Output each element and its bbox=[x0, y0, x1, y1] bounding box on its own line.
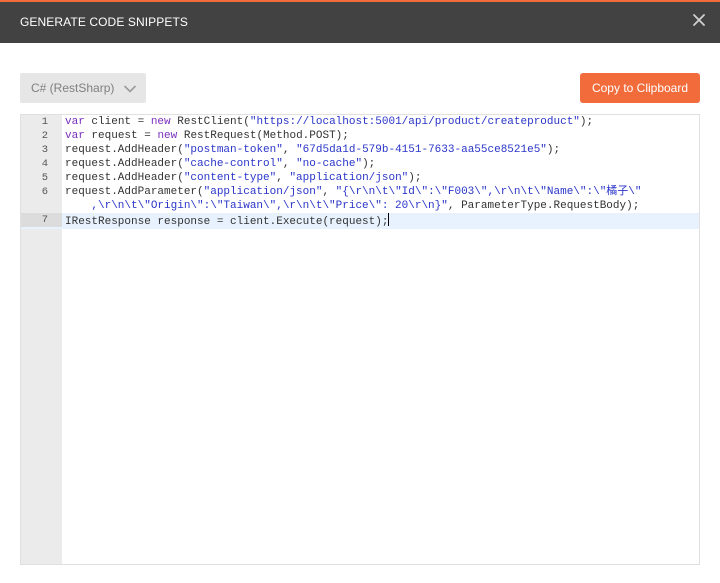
line-number: 7 bbox=[21, 213, 62, 227]
code-token: "application/json" bbox=[289, 172, 409, 184]
code-line: 1 var client = new RestClient("https://l… bbox=[21, 115, 699, 129]
code-token: var bbox=[65, 130, 85, 142]
code-token: , bbox=[282, 158, 297, 170]
copy-to-clipboard-button[interactable]: Copy to Clipboard bbox=[580, 73, 700, 103]
dialog-header: GENERATE CODE SNIPPETS bbox=[0, 2, 720, 43]
code-line: 3 request.AddHeader("postman-token", "67… bbox=[21, 143, 699, 157]
code-token: new bbox=[157, 130, 178, 142]
code-token: RestRequest(Method.POST); bbox=[177, 130, 349, 142]
code-token: "content-type" bbox=[183, 172, 277, 184]
line-number: 2 bbox=[41, 130, 48, 142]
code-token: "{\r\n\t\"Id\":\"F003\",\r\n\t\"Name\":\… bbox=[335, 186, 642, 198]
language-select-value: C# (RestSharp) bbox=[31, 81, 115, 95]
code-token: "https://localhost:5001/api/product/crea… bbox=[249, 116, 580, 128]
line-number: 6 bbox=[41, 186, 48, 198]
code-line: 2 var request = new RestRequest(Method.P… bbox=[21, 129, 699, 143]
code-token: client = bbox=[84, 116, 151, 128]
line-number: 3 bbox=[41, 144, 48, 156]
code-line: 4 request.AddHeader("cache-control", "no… bbox=[21, 157, 699, 171]
code-token: , bbox=[322, 186, 336, 198]
code-token: RestClient( bbox=[170, 116, 250, 128]
code-line: 5 request.AddHeader("content-type", "app… bbox=[21, 171, 699, 185]
close-icon[interactable] bbox=[692, 13, 706, 27]
code-line-active: 7 IRestResponse response = client.Execut… bbox=[21, 213, 699, 229]
code-token: , ParameterType.RequestBody); bbox=[447, 200, 640, 212]
code-token: request = bbox=[84, 130, 158, 142]
language-select[interactable]: C# (RestSharp) bbox=[20, 73, 146, 103]
code-token: , bbox=[282, 144, 297, 156]
dialog-title: GENERATE CODE SNIPPETS bbox=[20, 15, 189, 29]
code-token: "application/json" bbox=[203, 186, 323, 198]
line-number: 1 bbox=[41, 116, 48, 128]
code-token: ); bbox=[408, 172, 422, 184]
line-number: 5 bbox=[41, 172, 48, 184]
code-line-wrapped: ,\r\n\t\"Origin\":\"Taiwan\",\r\n\t\"Pri… bbox=[21, 199, 699, 213]
code-token: "67d5da1d-579b-4151-7633-aa55ce8521e5" bbox=[296, 144, 547, 156]
code-token: ); bbox=[546, 144, 561, 156]
code-token: "postman-token" bbox=[183, 144, 283, 156]
chevron-down-icon bbox=[123, 82, 137, 94]
line-number: 4 bbox=[41, 158, 48, 170]
code-token: new bbox=[150, 116, 171, 128]
code-token: IRestResponse response = client.Execute(… bbox=[65, 216, 389, 228]
code-token: , bbox=[276, 172, 290, 184]
code-editor[interactable]: 1 var client = new RestClient("https://l… bbox=[20, 114, 700, 565]
text-cursor bbox=[388, 213, 390, 226]
code-token: ); bbox=[362, 158, 376, 170]
code-token: ,\r\n\t\"Origin\":\"Taiwan\",\r\n\t\"Pri… bbox=[65, 200, 448, 212]
code-token: request.AddHeader( bbox=[65, 144, 184, 156]
code-content[interactable]: 1 var client = new RestClient("https://l… bbox=[21, 115, 699, 229]
code-token: request.AddParameter( bbox=[65, 186, 204, 198]
code-token: ); bbox=[579, 116, 594, 128]
code-token: request.AddHeader( bbox=[65, 158, 184, 170]
code-token: var bbox=[65, 116, 85, 128]
code-line: 6 request.AddParameter("application/json… bbox=[21, 185, 699, 199]
code-token: "no-cache" bbox=[296, 158, 363, 170]
code-token: "cache-control" bbox=[183, 158, 283, 170]
code-token: request.AddHeader( bbox=[65, 172, 184, 184]
